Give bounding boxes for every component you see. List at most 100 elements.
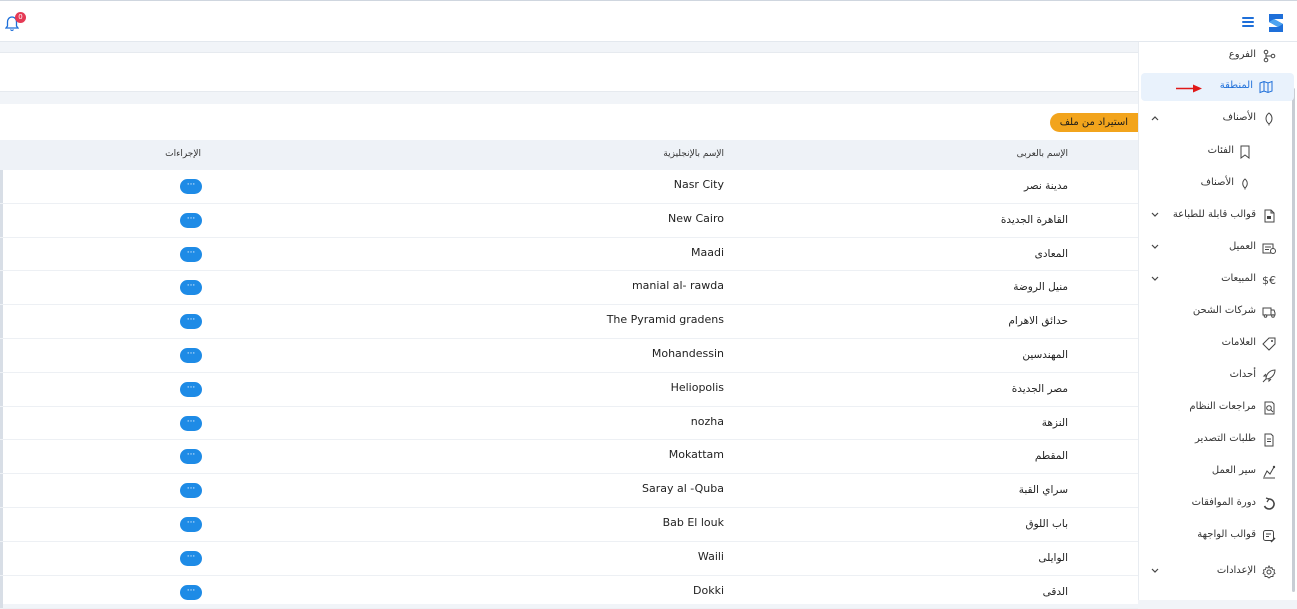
sidebar-item-tags[interactable]: العلامات [1138, 330, 1297, 358]
cell-arabic-name: المهندسين [1022, 348, 1068, 361]
row-actions-button[interactable]: ··· [180, 550, 202, 566]
cell-arabic-name: الوايلى [1038, 551, 1068, 564]
sidebar-item-export-requests[interactable]: طلبات التصدير [1138, 426, 1297, 454]
column-header-english-name[interactable]: الإسم بالإنجليزية [663, 149, 724, 159]
row-actions-button[interactable]: ··· [180, 449, 202, 465]
sidebar-item-items-group[interactable]: الأصناف [1138, 105, 1297, 133]
sidebar-item-label: المنطقة [1219, 80, 1253, 91]
branch-icon [1263, 49, 1276, 63]
row-actions-button[interactable]: ··· [180, 483, 202, 499]
cell-arabic-name: المعادى [1034, 247, 1068, 260]
workflow-icon [1263, 465, 1276, 479]
sidebar-item-customer[interactable]: العميل [1138, 234, 1297, 262]
cell-arabic-name: الدقى [1042, 585, 1068, 598]
sidebar-item-label: المبيعات [1221, 273, 1256, 284]
row-actions-button[interactable]: ··· [180, 179, 202, 194]
sidebar-item-categories[interactable]: الفئات [1138, 138, 1297, 166]
table-row: الوايلى Waili ··· [0, 541, 1138, 576]
sidebar-item-approval-cycle[interactable]: دورة الموافقات [1138, 490, 1297, 518]
row-edge [0, 440, 3, 474]
sidebar-item-label: مراجعات النظام [1189, 401, 1256, 412]
sidebar-item-label: أحداث [1229, 369, 1256, 380]
rocket-icon [1262, 369, 1276, 383]
table-body: مدينة نصر Nasr City ··· القاهرة الجديدة New … [0, 170, 1138, 609]
main-content: استيراد من ملف الإسم بالعربى الإسم بالإن… [0, 42, 1138, 609]
table-row: النزهة nozha ··· [0, 406, 1138, 441]
sidebar-item-label: الأصناف [1200, 177, 1234, 188]
table-row: المقطم Mokattam ··· [0, 440, 1138, 475]
row-actions-button[interactable]: ··· [180, 246, 202, 262]
sidebar-item-region[interactable]: المنطقة [1141, 73, 1294, 101]
sidebar-item-label: العلامات [1221, 337, 1256, 348]
row-actions-button[interactable]: ··· [180, 584, 202, 600]
sidebar-item-printable-templates[interactable]: قوالب قابلة للطباعة [1138, 202, 1297, 230]
cell-english-name: Waili [697, 549, 724, 563]
sidebar-item-settings[interactable]: الإعدادات [1138, 558, 1297, 586]
svg-text:$€: $€ [1262, 274, 1276, 287]
row-edge [0, 203, 3, 237]
cell-arabic-name: باب اللوق [1025, 517, 1068, 530]
brand-logo-icon[interactable] [1265, 12, 1287, 34]
row-edge [0, 474, 3, 507]
chevron-up-icon [1151, 116, 1159, 121]
export-icon [1264, 433, 1274, 447]
cell-english-name: Bab El louk [662, 515, 724, 529]
chevron-down-icon [1151, 568, 1159, 573]
sidebar-item-label: الإعدادات [1216, 565, 1256, 576]
audit-icon [1264, 401, 1275, 415]
map-icon [1259, 80, 1273, 94]
chevron-down-icon [1151, 212, 1159, 217]
row-actions-button[interactable]: ··· [180, 314, 202, 330]
leaf-icon [1242, 178, 1248, 190]
table-row: القاهرة الجديدة New Cairo ··· [0, 203, 1138, 238]
cell-english-name: New Cairo [668, 211, 724, 225]
cell-english-name: Mokattam [668, 448, 724, 462]
sidebar-item-sales[interactable]: $€ المبيعات [1138, 266, 1297, 294]
tag-icon [1262, 337, 1276, 351]
column-header-arabic-name[interactable]: الإسم بالعربى [1017, 149, 1068, 159]
customer-icon [1262, 243, 1276, 254]
row-actions-button[interactable]: ··· [180, 280, 202, 296]
printable-doc-icon [1264, 209, 1275, 223]
chevron-down-icon [1151, 276, 1159, 281]
bookmark-icon [1240, 145, 1250, 159]
cell-arabic-name: سراي القبة [1018, 484, 1068, 497]
sidebar-item-events[interactable]: أحداث [1138, 362, 1297, 390]
sidebar-item-label: العميل [1228, 241, 1256, 252]
import-from-file-button[interactable]: استيراد من ملف [1049, 113, 1138, 132]
table-row: المهندسين Mohandessin ··· [0, 338, 1138, 373]
sidebar-item-label: الفئات [1207, 145, 1234, 156]
row-actions-button[interactable]: ··· [180, 415, 202, 431]
table-row: حدائق الاهرام The Pyramid gradens ··· [0, 305, 1138, 339]
cell-arabic-name: النزهة [1041, 416, 1068, 429]
sidebar-item-ui-templates[interactable]: قوالب الواجهة [1138, 522, 1297, 550]
cell-arabic-name: القاهرة الجديدة [1000, 213, 1068, 226]
row-edge [0, 338, 3, 372]
sidebar-item-label: سير العمل [1211, 465, 1256, 476]
row-edge [0, 406, 3, 440]
table-row: باب اللوق Bab El louk ··· [0, 507, 1138, 542]
template-icon [1263, 530, 1276, 543]
cell-english-name: The Pyramid gradens [606, 313, 724, 327]
row-edge [0, 237, 3, 271]
cell-english-name: Dokki [693, 583, 724, 597]
table-row: سراي القبة Saray al -Quba ··· [0, 474, 1138, 508]
row-actions-button[interactable]: ··· [180, 516, 202, 532]
currency-icon: $€ [1262, 274, 1276, 287]
sidebar-item-branches[interactable]: الفروع [1138, 42, 1297, 70]
top-bar: 0 [0, 0, 1297, 42]
sidebar: الفروع المنطقة الأصناف الفئات الأصناف قو… [1138, 42, 1297, 600]
notifications-bell[interactable]: 0 [5, 12, 26, 32]
sidebar-item-label: قوالب الواجهة [1197, 529, 1256, 540]
sidebar-item-items[interactable]: الأصناف [1138, 170, 1297, 198]
sidebar-item-system-audits[interactable]: مراجعات النظام [1138, 394, 1297, 422]
cycle-icon [1263, 497, 1275, 510]
row-actions-button[interactable]: ··· [180, 212, 202, 228]
sidebar-item-shipping-companies[interactable]: شركات الشحن [1138, 298, 1297, 326]
cell-english-name: Nasr City [673, 178, 724, 191]
row-actions-button[interactable]: ··· [180, 381, 202, 397]
hamburger-icon[interactable] [1242, 17, 1254, 27]
row-actions-button[interactable]: ··· [180, 347, 202, 363]
sidebar-item-workflow[interactable]: سير العمل [1138, 458, 1297, 486]
table-row: الدقى Dokki ··· [0, 575, 1138, 609]
